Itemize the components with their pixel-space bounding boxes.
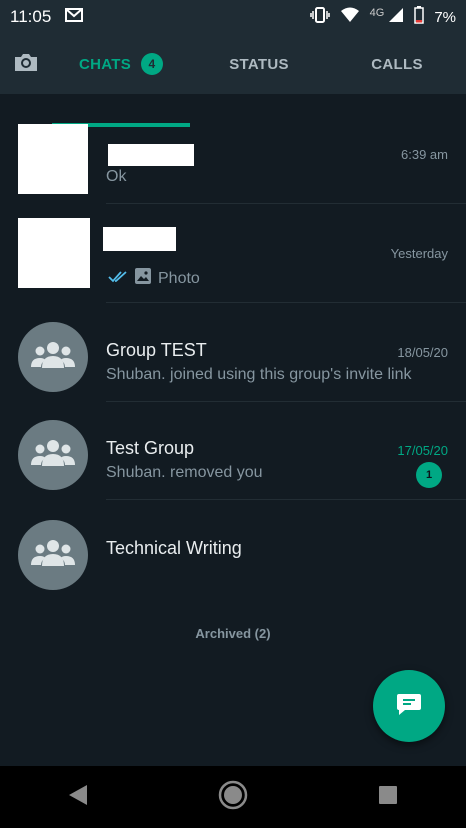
- wifi-icon: [340, 7, 360, 27]
- camera-icon: [13, 51, 39, 77]
- chat-row[interactable]: Ok 6:39 am: [0, 106, 466, 204]
- chat-row[interactable]: Technical Writing: [0, 502, 466, 600]
- battery-percent: 7%: [434, 8, 456, 26]
- chat-name: Group TEST: [106, 340, 207, 360]
- chat-last-message: Shuban. joined using this group's invite…: [106, 366, 412, 383]
- avatar[interactable]: [18, 420, 88, 490]
- tab-calls[interactable]: CALLS: [328, 34, 466, 94]
- camera-button[interactable]: [0, 34, 52, 94]
- tab-chats[interactable]: CHATS 4: [52, 34, 190, 94]
- recents-icon: [378, 785, 398, 810]
- tab-status-label: STATUS: [229, 55, 289, 73]
- new-chat-button[interactable]: [373, 670, 445, 742]
- network-type: 4G: [369, 7, 385, 19]
- avatar[interactable]: [18, 322, 88, 392]
- vibrate-icon: [309, 7, 330, 27]
- group-icon: [30, 438, 76, 473]
- back-icon: [67, 783, 89, 812]
- chat-name: Technical Writing: [106, 538, 242, 558]
- battery-icon: [414, 6, 425, 28]
- gmail-icon: [65, 7, 84, 27]
- chat-last-message-row: Photo: [108, 267, 200, 290]
- chat-last-message: Shuban. removed you: [106, 464, 263, 481]
- tab-chats-label: CHATS: [78, 55, 132, 73]
- back-button[interactable]: [48, 767, 108, 827]
- chat-time: 17/05/20: [397, 443, 448, 458]
- navigation-bar: [0, 766, 466, 828]
- chat-last-message: Photo: [158, 269, 200, 287]
- recents-button[interactable]: [358, 767, 418, 827]
- status-bar: 11:05 4G 7%: [0, 0, 466, 34]
- tab-calls-label: CALLS: [371, 55, 423, 73]
- home-icon: [218, 780, 248, 815]
- redacted-contact-name: [108, 144, 194, 166]
- avatar[interactable]: [18, 218, 90, 288]
- chat-time: 18/05/20: [397, 345, 448, 360]
- home-button[interactable]: [203, 767, 263, 827]
- chat-time: Yesterday: [390, 246, 448, 261]
- divider: [106, 203, 466, 204]
- tab-status[interactable]: STATUS: [190, 34, 328, 94]
- avatar[interactable]: [18, 124, 88, 194]
- divider: [106, 302, 466, 303]
- chat-row[interactable]: Photo Yesterday: [0, 205, 466, 303]
- chat-last-message: Ok: [106, 168, 127, 185]
- signal-icon: [388, 7, 404, 27]
- avatar[interactable]: [18, 520, 88, 590]
- divider: [106, 499, 466, 500]
- chat-row[interactable]: Group TEST Shuban. joined using this gro…: [0, 304, 466, 402]
- chat-row[interactable]: Test Group Shuban. removed you 17/05/20 …: [0, 402, 466, 500]
- group-icon: [30, 340, 76, 375]
- image-icon: [134, 267, 152, 290]
- chat-time: 6:39 am: [401, 147, 448, 162]
- double-check-icon: [108, 270, 128, 288]
- chat-name: Test Group: [106, 438, 195, 458]
- chats-unread-badge: 4: [141, 53, 164, 75]
- tab-bar: CHATS 4 STATUS CALLS: [0, 34, 466, 127]
- group-icon: [30, 538, 76, 573]
- redacted-contact-name: [103, 227, 176, 251]
- archived-chats-link[interactable]: Archived (2): [0, 626, 466, 641]
- status-time: 11:05: [10, 7, 52, 26]
- new-chat-icon: [396, 692, 422, 721]
- unread-count-badge: 1: [416, 462, 442, 488]
